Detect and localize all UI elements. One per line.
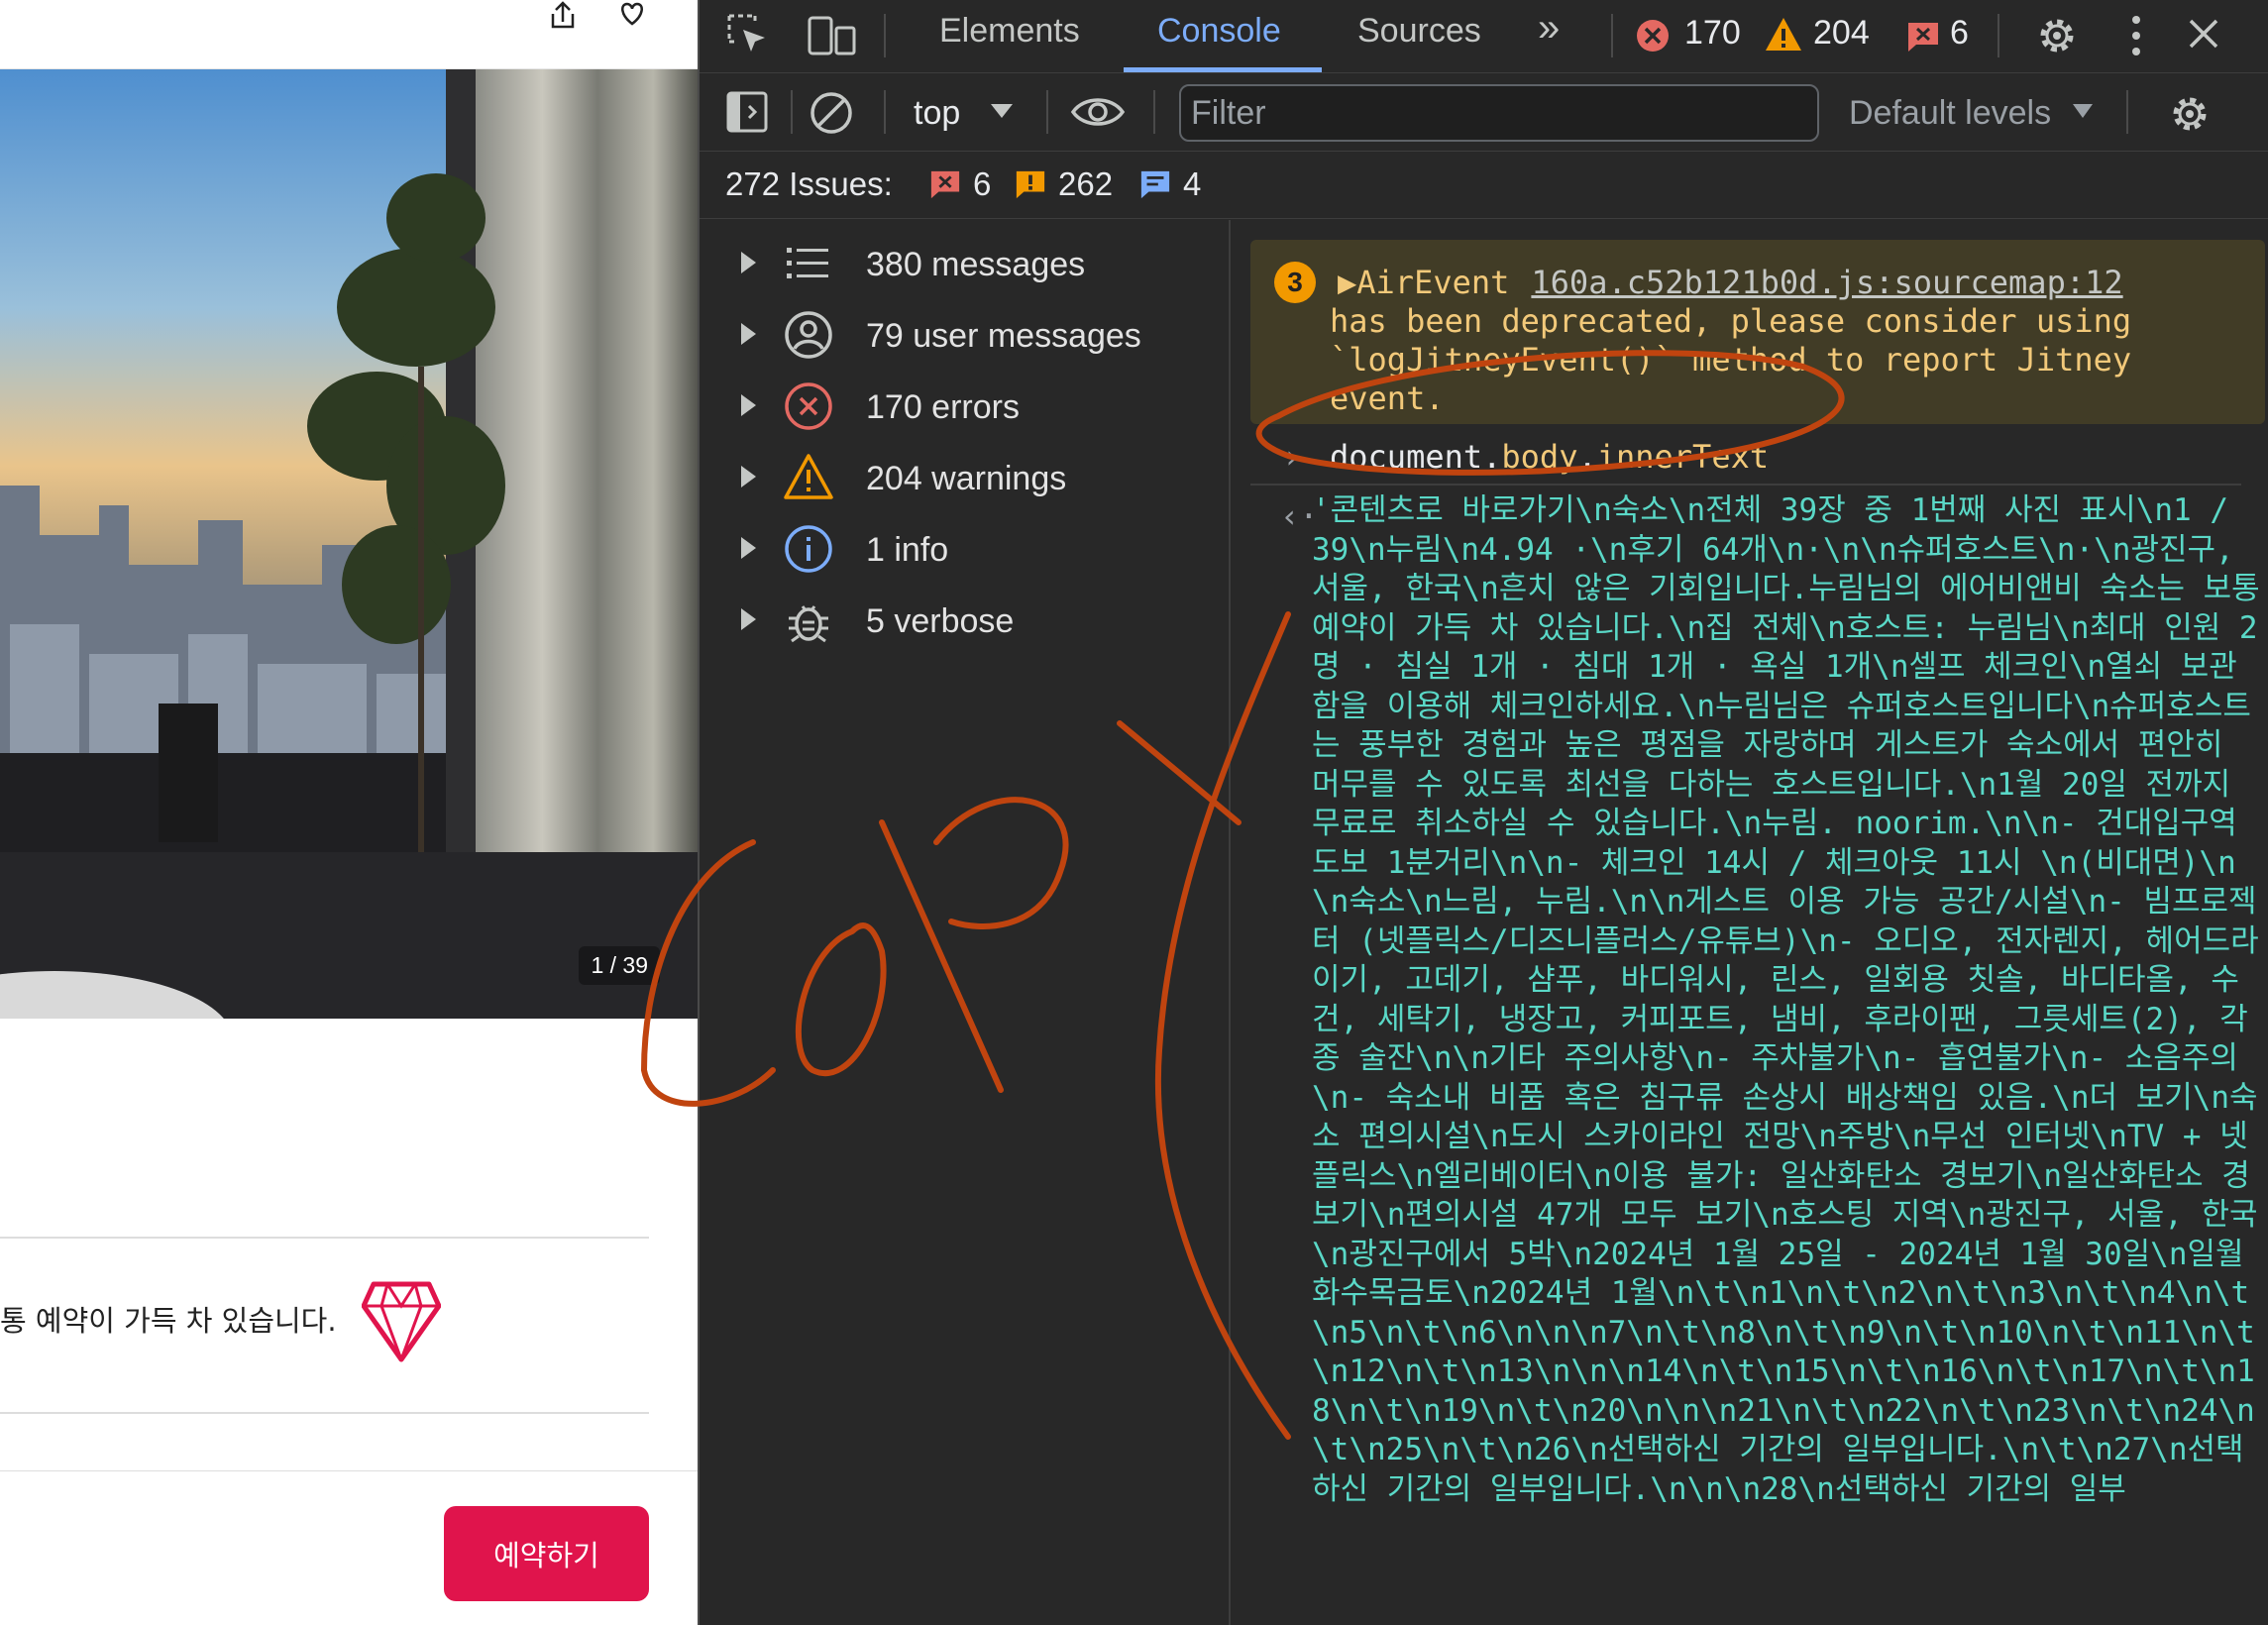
devtools-tabbar: Elements Console Sources » 170 204 6: [700, 0, 2268, 73]
settings-gear-icon[interactable]: [2033, 12, 2081, 59]
sidebar-item-messages[interactable]: 380 messages: [700, 230, 1231, 295]
sidebar-item-label: 204 warnings: [866, 460, 1067, 497]
inspect-element-icon[interactable]: [725, 12, 773, 59]
warning-text: has been deprecated, please consider usi…: [1330, 302, 2132, 417]
page-header: [0, 0, 698, 69]
info-icon: [785, 525, 832, 573]
listing-page: 1 / 39 통 예약이 가득 차 있습니다. 예약하기: [0, 0, 698, 1625]
issue-error-icon: [930, 170, 960, 199]
diamond-icon: [362, 1281, 441, 1362]
command-object: document.: [1330, 438, 1502, 476]
issues-label: 272 Issues:: [725, 165, 893, 202]
toolbar-separator: [1611, 14, 1613, 57]
console-settings-icon[interactable]: [2166, 90, 2214, 138]
issue-warning-icon: [1016, 170, 1045, 199]
console-output[interactable]: 3 ▶AirEvent 160a.c52b121b0d.js:sourcemap:…: [1233, 220, 2268, 1625]
command-body: body: [1501, 438, 1578, 476]
console-warning-message[interactable]: 3 ▶AirEvent 160a.c52b121b0d.js:sourcemap:…: [1250, 240, 2265, 424]
active-tab-indicator: [1124, 67, 1322, 72]
expand-arrow-icon[interactable]: [741, 252, 756, 273]
sidebar-item-info[interactable]: 1 info: [700, 515, 1231, 581]
device-toolbar-icon[interactable]: [807, 12, 858, 59]
section-divider: [0, 1237, 649, 1239]
sidebar-toggle-icon[interactable]: [725, 90, 769, 134]
command-dot: .: [1577, 438, 1597, 476]
photo-counter: 1 / 39: [579, 946, 660, 985]
listing-photo[interactable]: 1 / 39: [0, 69, 698, 1019]
share-icon[interactable]: [543, 0, 583, 30]
expand-arrow-icon[interactable]: [741, 537, 756, 559]
reserve-button[interactable]: 예약하기: [444, 1506, 649, 1601]
user-icon: [785, 311, 832, 359]
list-icon: [787, 248, 828, 278]
sidebar-item-label: 170 errors: [866, 388, 1020, 426]
warning-source-link[interactable]: 160a.c52b121b0d.js:sourcemap:12: [1531, 264, 2122, 301]
warning-count[interactable]: 204: [1813, 14, 1870, 53]
issues-summary-bar[interactable]: 272 Issues: 6 262 4: [700, 152, 2268, 219]
sidebar-item-user-messages[interactable]: 79 user messages: [700, 301, 1231, 367]
sidebar-item-errors[interactable]: 170 errors: [700, 373, 1231, 438]
section-divider: [0, 1412, 649, 1414]
bug-icon: [789, 605, 828, 643]
console-filter-input[interactable]: [1179, 84, 1819, 142]
command-property: innerText: [1596, 438, 1770, 476]
sidebar-item-label: 380 messages: [866, 246, 1086, 283]
clear-console-icon[interactable]: [809, 90, 854, 136]
more-options-icon[interactable]: [2126, 12, 2146, 59]
toolbar-separator: [1046, 90, 1048, 134]
sidebar-item-verbose[interactable]: 5 verbose: [700, 587, 1231, 652]
toolbar-separator: [884, 90, 886, 134]
issue-info-count: 4: [1183, 165, 1202, 202]
toolbar-separator: [884, 14, 886, 57]
chevron-down-icon[interactable]: [2071, 102, 2095, 120]
warning-count-icon[interactable]: [1764, 16, 1803, 54]
sidebar-item-warnings[interactable]: 204 warnings: [700, 444, 1231, 509]
sidebar-item-label: 1 info: [866, 531, 949, 569]
heart-icon[interactable]: [612, 0, 652, 30]
expand-arrow-icon[interactable]: [741, 323, 756, 345]
expand-arrow-icon[interactable]: [741, 394, 756, 416]
more-tabs-icon[interactable]: »: [1538, 6, 1560, 51]
expand-triangle-icon[interactable]: ▶: [1338, 264, 1356, 301]
console-result-string[interactable]: '콘텐츠로 바로가기\n숙소\n전체 39장 중 1번째 사진 표시\n1 / …: [1312, 491, 2263, 1509]
error-icon: [785, 382, 832, 430]
chevron-down-icon[interactable]: [989, 102, 1015, 120]
issue-info-icon: [1140, 170, 1170, 199]
warning-object-name: AirEvent: [1356, 264, 1510, 301]
console-toolbar: top Default levels: [700, 74, 2268, 152]
context-selector[interactable]: top: [914, 94, 960, 133]
toolbar-separator: [1153, 90, 1155, 134]
close-devtools-icon[interactable]: [2186, 16, 2221, 52]
error-count-icon[interactable]: [1635, 18, 1671, 54]
issue-warning-count: 262: [1058, 165, 1114, 202]
warning-icon: [784, 454, 833, 499]
chevron-right-icon: ›: [1282, 438, 1302, 476]
devtools-panel: Elements Console Sources » 170 204 6 top…: [698, 0, 2268, 1625]
toolbar-separator: [1998, 14, 1999, 57]
live-expression-eye-icon[interactable]: [1070, 92, 1126, 132]
issues-count-icon[interactable]: [1906, 20, 1940, 54]
expand-arrow-icon[interactable]: [741, 466, 756, 488]
console-sidebar: 380 messages 79 user messages 170 errors: [700, 220, 1231, 1625]
tab-sources[interactable]: Sources: [1357, 12, 1481, 51]
error-count[interactable]: 170: [1684, 14, 1741, 53]
toolbar-separator: [791, 90, 793, 134]
sidebar-item-label: 5 verbose: [866, 602, 1015, 640]
tab-console[interactable]: Console: [1157, 12, 1281, 51]
command-text: document.body.innerText: [1330, 438, 1769, 477]
superhost-note: 통 예약이 가득 차 있습니다.: [0, 1304, 337, 1338]
toolbar-separator: [2126, 90, 2128, 134]
issues-count[interactable]: 6: [1950, 14, 1969, 53]
issue-error-count: 6: [973, 165, 992, 202]
console-command-entry[interactable]: › document.body.innerText: [1250, 424, 2241, 486]
warning-header: ▶AirEvent 160a.c52b121b0d.js:sourcemap:12: [1338, 264, 2123, 302]
tab-elements[interactable]: Elements: [939, 12, 1080, 51]
sidebar-item-label: 79 user messages: [866, 317, 1141, 355]
log-levels-dropdown[interactable]: Default levels: [1849, 94, 2051, 133]
expand-arrow-icon[interactable]: [741, 608, 756, 630]
repeat-count-badge: 3: [1274, 262, 1316, 303]
window-view-image: [0, 69, 698, 1019]
